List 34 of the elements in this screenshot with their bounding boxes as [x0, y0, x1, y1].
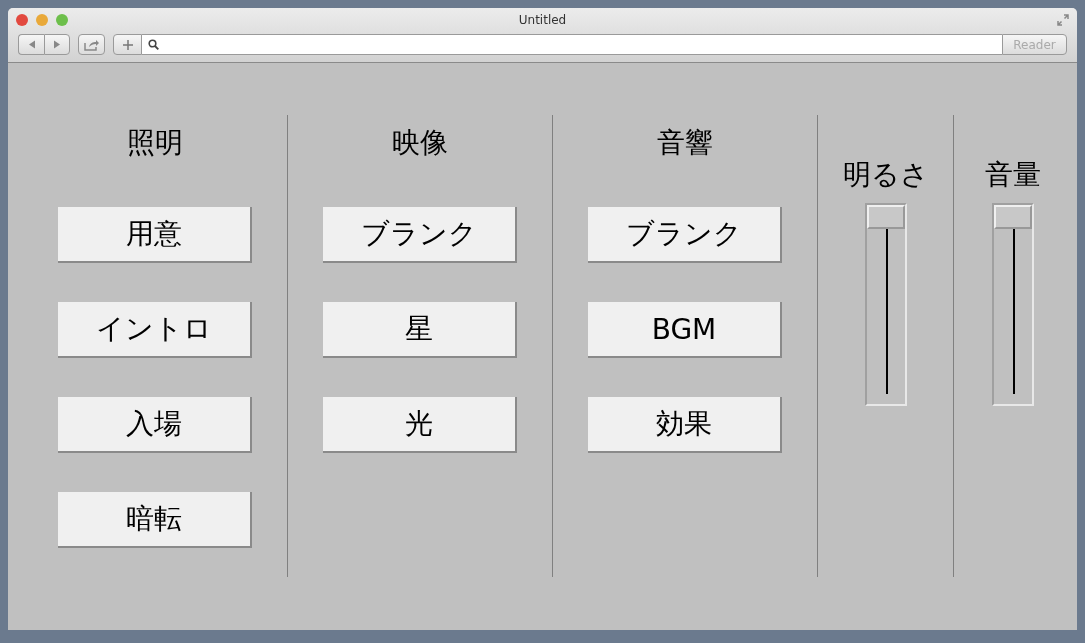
cue-button[interactable]: ブランク	[323, 207, 517, 263]
cue-button[interactable]: 星	[323, 302, 517, 358]
vertical-slider[interactable]	[864, 203, 907, 406]
back-button[interactable]	[18, 34, 44, 55]
plus-icon	[122, 39, 133, 50]
slider-label: 明るさ	[842, 157, 929, 193]
fullscreen-icon[interactable]	[1057, 14, 1069, 26]
add-bookmark-button[interactable]	[113, 34, 142, 55]
cue-button[interactable]: 光	[323, 397, 517, 453]
slider-thumb[interactable]	[866, 205, 905, 229]
close-button[interactable]	[16, 14, 28, 26]
cue-button[interactable]: イントロ	[58, 302, 252, 358]
window-title: Untitled	[518, 13, 567, 27]
left-triangle-icon	[27, 40, 36, 49]
cue-button[interactable]: 暗転	[58, 492, 252, 548]
cue-button[interactable]: 用意	[58, 207, 252, 263]
cue-button[interactable]: 入場	[58, 397, 252, 453]
section-title: 音響	[657, 125, 713, 161]
share-button[interactable]	[78, 34, 105, 55]
share-icon	[83, 38, 100, 51]
section-title: 照明	[127, 125, 183, 161]
cue-button[interactable]: BGM	[588, 302, 782, 358]
cue-button[interactable]: ブランク	[588, 207, 782, 263]
minimize-button[interactable]	[36, 14, 48, 26]
right-triangle-icon	[53, 40, 61, 49]
cue-button[interactable]: 効果	[588, 397, 782, 453]
slider-thumb[interactable]	[994, 205, 1032, 229]
slider-label: 音量	[985, 157, 1041, 193]
search-icon	[148, 39, 159, 50]
forward-button[interactable]	[44, 34, 70, 55]
section-title: 映像	[392, 125, 448, 161]
vertical-slider[interactable]	[992, 203, 1034, 406]
zoom-button[interactable]	[56, 14, 68, 26]
address-field[interactable]	[142, 34, 1002, 55]
